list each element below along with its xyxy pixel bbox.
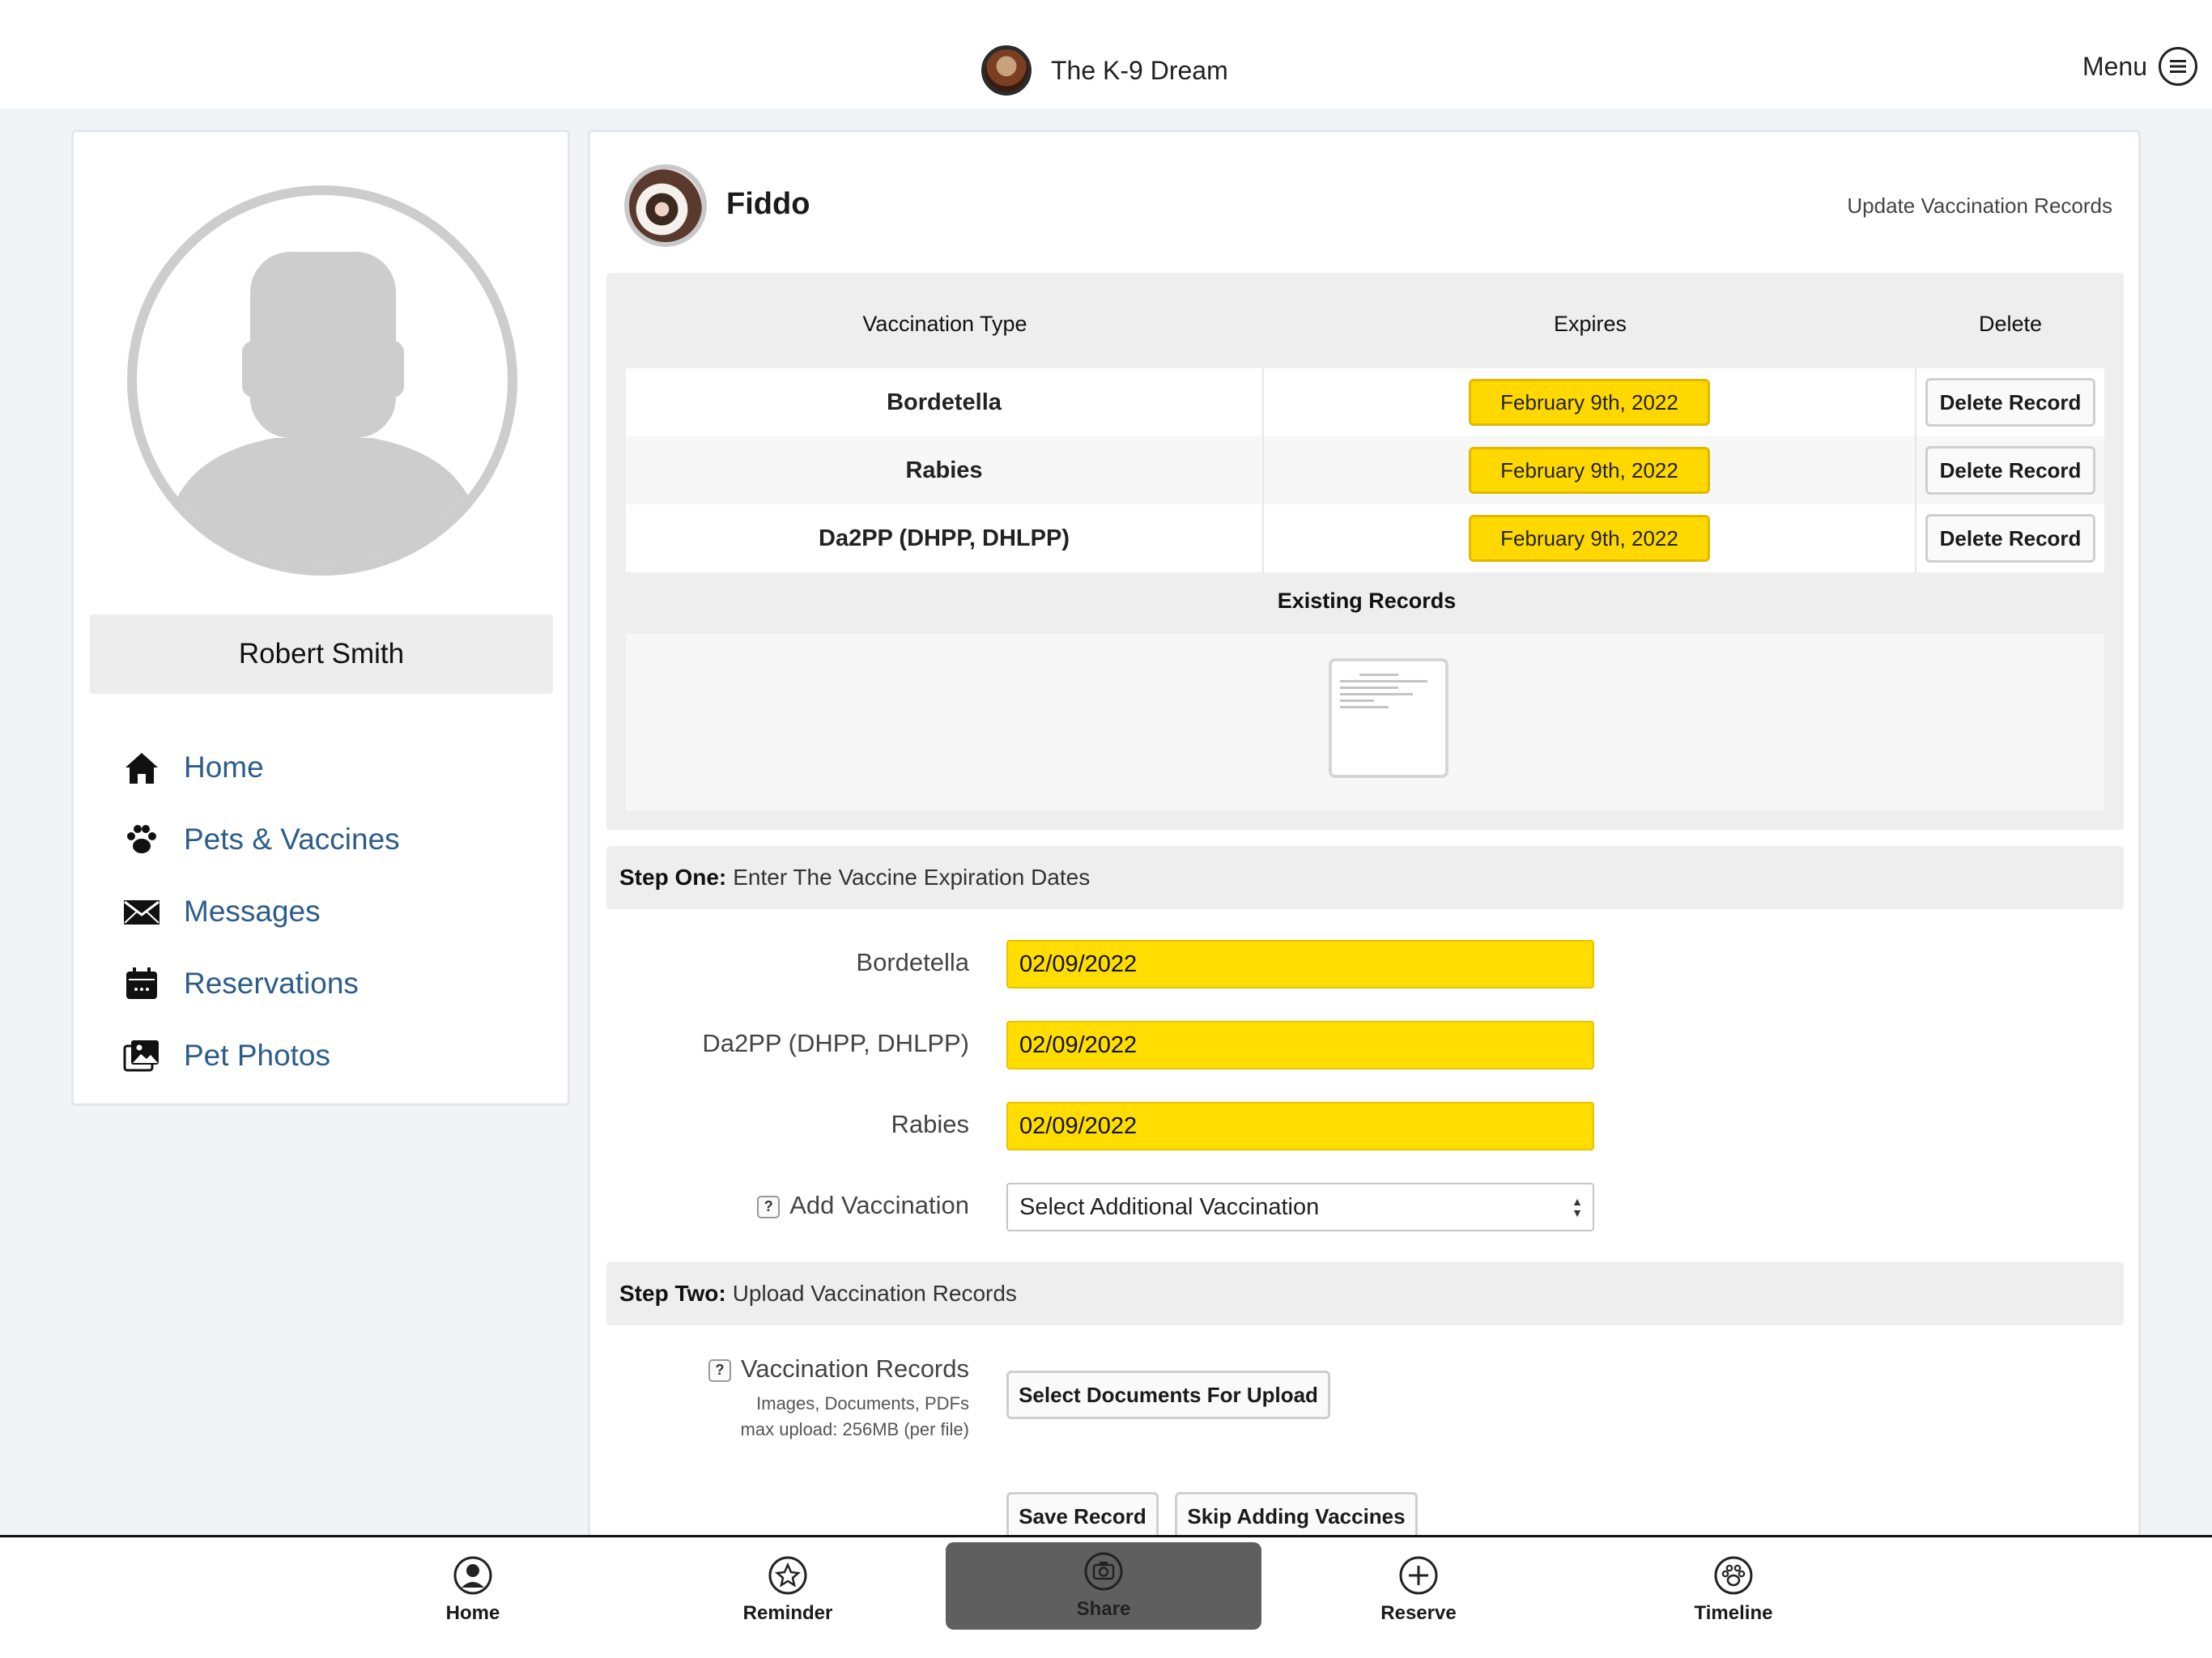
profile-card: Robert Smith Home Pets & Vaccines Messag… [71, 130, 570, 1106]
side-nav-pet-photos[interactable]: Pet Photos [122, 1019, 543, 1091]
add-vaccination-label: ? Add Vaccination [757, 1191, 969, 1220]
update-vaccination-records-link[interactable]: Update Vaccination Records [1847, 193, 2112, 219]
vaccination-records-label: ? Vaccination Records [708, 1354, 969, 1384]
side-nav-label: Pets & Vaccines [184, 822, 400, 856]
delete-record-button[interactable]: Delete Record [1925, 378, 2095, 427]
side-nav-pets-vaccines[interactable]: Pets & Vaccines [122, 803, 543, 875]
tab-reminder[interactable]: Reminder [630, 1545, 946, 1635]
upload-hint-types: Images, Documents, PDFs [756, 1393, 969, 1414]
side-nav-label: Messages [184, 894, 321, 928]
expires-cell: February 9th, 2022 [1264, 368, 1916, 436]
tab-label: Share [1076, 1598, 1131, 1620]
tab-label: Reminder [742, 1602, 833, 1624]
tab-label: Reserve [1380, 1602, 1457, 1624]
side-nav-reservations[interactable]: Reservations [122, 947, 543, 1019]
side-nav-label: Home [184, 750, 264, 784]
select-value: Select Additional Vaccination [1019, 1193, 1320, 1220]
user-avatar [127, 185, 517, 576]
step-one-bar: Step One: Enter The Vaccine Expiration D… [606, 846, 2124, 909]
help-icon[interactable]: ? [757, 1195, 781, 1218]
envelope-icon [122, 892, 161, 931]
step-two-bar: Step Two: Upload Vaccination Records [606, 1262, 2124, 1325]
tab-home[interactable]: Home [315, 1545, 631, 1635]
user-name: Robert Smith [90, 614, 553, 694]
pet-name: Fiddo [726, 187, 810, 221]
vaccine-type: Da2PP (DHPP, DHLPP) [626, 504, 1264, 572]
vaccine-type: Bordetella [626, 368, 1264, 436]
delete-cell: Delete Record [1916, 436, 2104, 504]
column-header-delete: Delete [1978, 312, 2043, 336]
field-label: Rabies [891, 1110, 970, 1138]
delete-cell: Delete Record [1916, 368, 2104, 436]
expires-cell: February 9th, 2022 [1264, 436, 1916, 504]
top-header: The K-9 Dream Menu [0, 0, 2212, 108]
star-icon [768, 1556, 807, 1595]
step-one-title: Step One: [619, 865, 727, 890]
vaccine-type: Rabies [626, 436, 1264, 504]
photos-icon [122, 1036, 161, 1075]
existing-records-label: Existing Records [1277, 589, 1457, 613]
side-nav-home[interactable]: Home [122, 731, 543, 803]
person-circle-icon [453, 1556, 492, 1595]
document-thumbnail[interactable] [1329, 658, 1448, 778]
app-title: The K-9 Dream [1051, 55, 1228, 85]
tab-timeline[interactable]: Timeline [1576, 1545, 1891, 1635]
vaccination-records-text: Vaccination Records [740, 1354, 969, 1383]
rabies-date-input[interactable] [1006, 1102, 1594, 1150]
hamburger-icon [2159, 47, 2197, 86]
delete-record-button[interactable]: Delete Record [1925, 446, 2095, 495]
skip-adding-vaccines-button[interactable]: Skip Adding Vaccines [1175, 1492, 1418, 1541]
pet-avatar [624, 164, 707, 247]
expires-date: February 9th, 2022 [1469, 515, 1710, 562]
side-nav: Home Pets & Vaccines Messages Reservatio… [122, 731, 543, 1091]
camera-icon [1084, 1552, 1123, 1591]
calendar-icon [122, 964, 161, 1003]
side-nav-messages[interactable]: Messages [122, 875, 543, 947]
brand[interactable]: The K-9 Dream [981, 44, 1228, 97]
save-record-button[interactable]: Save Record [1006, 1492, 1159, 1541]
paw-icon [122, 820, 161, 859]
tab-share[interactable]: Share [946, 1542, 1261, 1630]
table-row: Rabies February 9th, 2022 Delete Record [626, 436, 2104, 504]
vaccination-card: Fiddo Update Vaccination Records Vaccina… [588, 130, 2141, 1541]
column-header-expires: Expires [1553, 312, 1627, 336]
select-documents-button[interactable]: Select Documents For Upload [1006, 1371, 1330, 1419]
menu-label: Menu [2082, 51, 2147, 81]
house-icon [122, 748, 161, 787]
tab-label: Home [445, 1602, 500, 1624]
side-nav-label: Pet Photos [184, 1038, 331, 1072]
paw-circle-icon [1714, 1556, 1753, 1595]
person-silhouette-icon [169, 252, 477, 566]
expires-date: February 9th, 2022 [1469, 379, 1710, 426]
expires-date: February 9th, 2022 [1469, 447, 1710, 494]
column-header-type: Vaccination Type [862, 312, 1027, 336]
field-label: Bordetella [856, 948, 969, 976]
table-row: Bordetella February 9th, 2022 Delete Rec… [626, 368, 2104, 436]
upload-hint-max: max upload: 256MB (per file) [740, 1419, 969, 1439]
side-nav-label: Reservations [184, 966, 359, 1000]
expires-cell: February 9th, 2022 [1264, 504, 1916, 572]
tab-label: Timeline [1694, 1602, 1773, 1624]
step-two-title: Step Two: [619, 1281, 726, 1306]
da2pp-date-input[interactable] [1006, 1021, 1594, 1069]
tab-reserve[interactable]: Reserve [1261, 1545, 1576, 1635]
bottom-tab-bar: Home Reminder Share Reserve Timeline [0, 1535, 2212, 1658]
add-vaccination-select[interactable]: Select Additional Vaccination ▲ ▼ [1006, 1183, 1594, 1231]
step-one-text: Enter The Vaccine Expiration Dates [733, 865, 1091, 890]
add-vaccination-text: Add Vaccination [789, 1191, 969, 1219]
delete-record-button[interactable]: Delete Record [1925, 514, 2095, 563]
table-row: Da2PP (DHPP, DHLPP) February 9th, 2022 D… [626, 504, 2104, 572]
bordetella-date-input[interactable] [1006, 940, 1594, 988]
step-two-text: Upload Vaccination Records [732, 1281, 1017, 1306]
brand-logo [981, 45, 1032, 96]
field-label: Da2PP (DHPP, DHLPP) [702, 1029, 969, 1057]
select-arrows-icon: ▲ ▼ [1572, 1195, 1583, 1219]
help-icon[interactable]: ? [708, 1358, 731, 1382]
existing-records-area [626, 634, 2104, 810]
delete-cell: Delete Record [1916, 504, 2104, 572]
menu-button[interactable]: Menu [2082, 47, 2197, 86]
plus-circle-icon [1399, 1556, 1438, 1595]
